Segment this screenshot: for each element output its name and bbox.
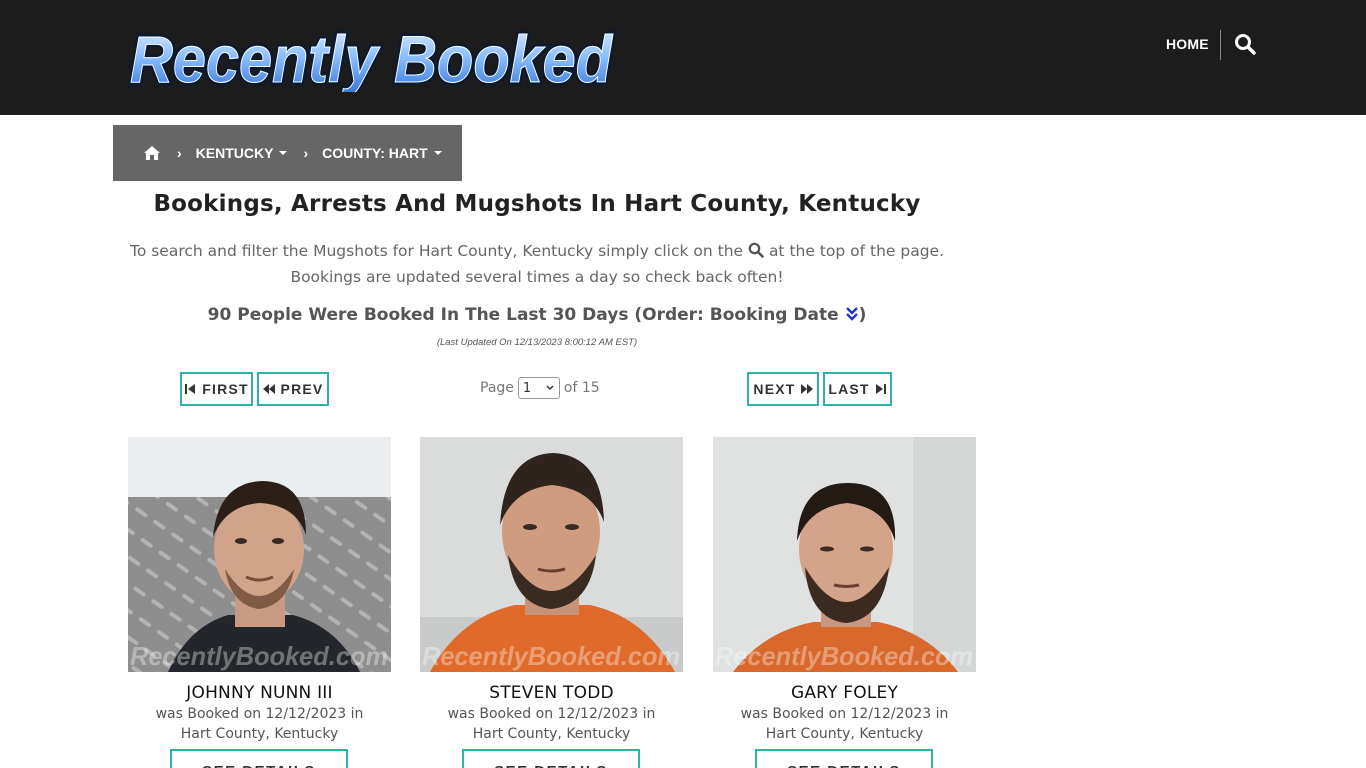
see-details-button[interactable]: SEE DETAILS (462, 749, 640, 768)
person-name[interactable]: STEVEN TODD (420, 683, 683, 703)
booking-count-close: ) (858, 305, 867, 325)
see-details-button[interactable]: SEE DETAILS (170, 749, 348, 768)
breadcrumb-county-label: COUNTY: HART (322, 145, 428, 161)
booking-date-line: was Booked on 12/12/2023 in (447, 706, 656, 722)
booking-count: 90 People Were Booked In The Last 30 Day… (113, 305, 961, 325)
watermark-text: RecentlyBooked.com (422, 641, 680, 671)
booking-info: was Booked on 12/12/2023 in Hart County,… (128, 704, 391, 744)
last-page-label: LAST (828, 381, 870, 397)
site-logo[interactable]: Recently Booked Recently Booked (126, 20, 618, 92)
prev-page-label: PREV (280, 381, 324, 397)
booking-count-text: 90 People Were Booked In The Last 30 Day… (207, 305, 839, 325)
mugshot-card: RecentlyBooked.com GARY FOLEY was Booked… (713, 437, 976, 768)
booking-date-line: was Booked on 12/12/2023 in (740, 706, 949, 722)
page-total: of 15 (563, 380, 600, 396)
last-updated: (Last Updated On 12/13/2023 8:00:12 AM E… (436, 337, 638, 348)
skip-first-icon (185, 384, 196, 394)
search-icon[interactable] (1234, 33, 1256, 55)
mugshot-image[interactable]: RecentlyBooked.com (420, 437, 683, 672)
search-icon (748, 240, 764, 258)
nav-home-link[interactable]: HOME (1166, 36, 1209, 52)
mugshot-card: RecentlyBooked.com STEVEN TODD was Booke… (420, 437, 683, 768)
mugshot-card: RecentlyBooked.com JOHNNY NUNN III was B… (128, 437, 391, 768)
booking-info: was Booked on 12/12/2023 in Hart County,… (713, 704, 976, 744)
page-select[interactable]: 1 (517, 377, 560, 399)
next-page-button[interactable]: NEXT (747, 372, 819, 406)
fast-forward-icon (800, 384, 813, 394)
site-header: Recently Booked Recently Booked HOME (0, 0, 1366, 115)
intro-text-line2: Bookings are updated several times a day… (290, 268, 784, 286)
intro-text-part2: at the top of the page. (768, 242, 945, 260)
chevron-right-icon: › (303, 145, 309, 161)
mugshot-image[interactable]: RecentlyBooked.com (713, 437, 976, 672)
booking-date-line: was Booked on 12/12/2023 in (155, 706, 364, 722)
page-indicator: Page 1 of 15 (480, 377, 600, 399)
watermark-text: RecentlyBooked.com (715, 641, 973, 671)
next-page-label: NEXT (753, 381, 796, 397)
chevron-down-icon (546, 385, 554, 391)
skip-last-icon (875, 384, 886, 394)
prev-page-button[interactable]: PREV (257, 372, 329, 406)
breadcrumb-state-dropdown[interactable]: KENTUCKY (196, 145, 288, 161)
home-icon[interactable] (143, 145, 161, 161)
breadcrumb: › KENTUCKY › COUNTY: HART (113, 125, 462, 181)
mugshot-image[interactable]: RecentlyBooked.com (128, 437, 391, 672)
booking-location-line: Hart County, Kentucky (180, 726, 339, 742)
rewind-icon (262, 384, 275, 394)
page-label: Page (480, 380, 514, 396)
intro-text: To search and filter the Mugshots for Ha… (113, 238, 961, 290)
nav-divider (1220, 30, 1221, 60)
sort-descending-icon[interactable] (845, 306, 859, 322)
person-name[interactable]: GARY FOLEY (713, 683, 976, 703)
last-page-button[interactable]: LAST (823, 372, 892, 406)
caret-down-icon (279, 151, 288, 156)
booking-info: was Booked on 12/12/2023 in Hart County,… (420, 704, 683, 744)
booking-location-line: Hart County, Kentucky (765, 726, 924, 742)
chevron-right-icon: › (177, 145, 182, 161)
caret-down-icon (433, 151, 442, 156)
see-details-button[interactable]: SEE DETAILS (755, 749, 933, 768)
booking-location-line: Hart County, Kentucky (472, 726, 631, 742)
intro-text-part1: To search and filter the Mugshots for Ha… (129, 242, 744, 260)
person-name[interactable]: JOHNNY NUNN III (128, 683, 391, 703)
logo-wordmark: Recently Booked Recently Booked (127, 20, 617, 92)
breadcrumb-county-dropdown[interactable]: COUNTY: HART (322, 145, 442, 161)
first-page-label: FIRST (202, 381, 249, 397)
page-title: Bookings, Arrests And Mugshots In Hart C… (153, 191, 921, 217)
watermark-text: RecentlyBooked.com (130, 641, 388, 671)
breadcrumb-state-label: KENTUCKY (195, 145, 274, 161)
first-page-button[interactable]: FIRST (180, 372, 253, 406)
page-select-value: 1 (522, 380, 532, 396)
svg-text:Recently Booked: Recently Booked (130, 22, 614, 92)
